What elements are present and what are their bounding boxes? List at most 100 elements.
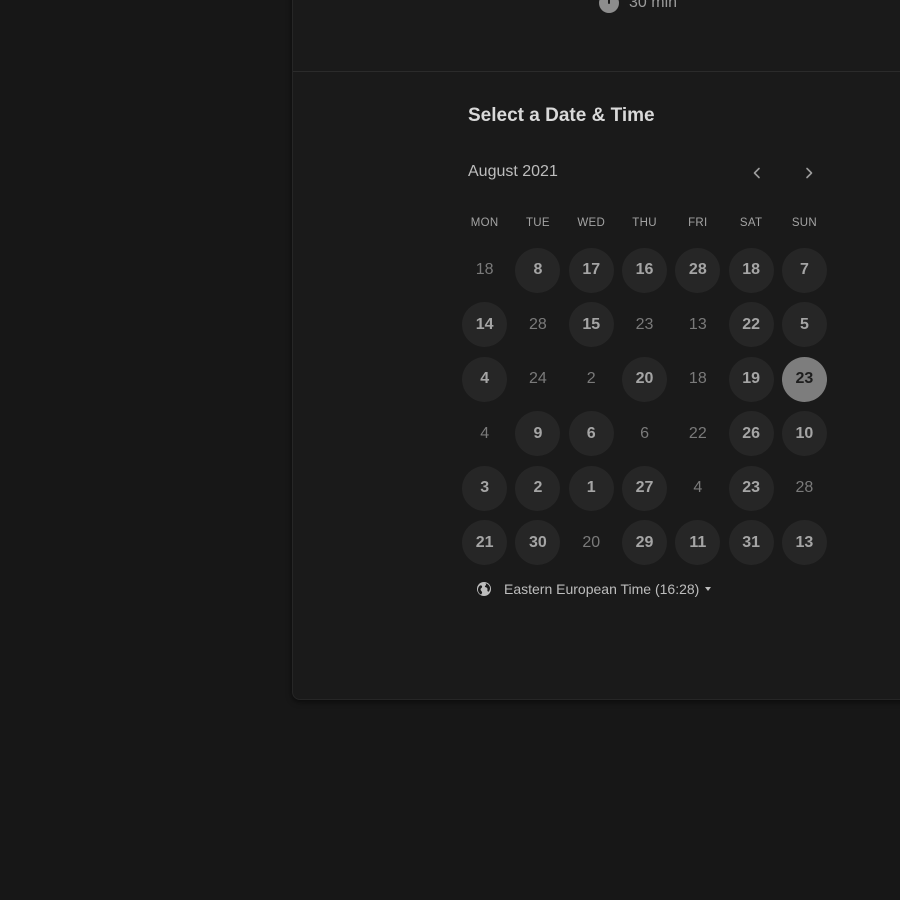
- calendar-day-cell: 20: [565, 516, 618, 571]
- calendar-day-cell: 18: [458, 243, 511, 298]
- unavailable-day: 4: [693, 479, 703, 497]
- unavailable-day: 2: [586, 370, 596, 388]
- calendar-day-cell: 10: [778, 407, 831, 462]
- weekday-label: MON: [470, 217, 499, 229]
- calendar-day-cell: 23: [618, 298, 671, 353]
- available-day-button[interactable]: 23: [728, 465, 774, 511]
- weekday-label: TUE: [525, 217, 550, 229]
- weekday-label: SAT: [739, 217, 763, 229]
- available-day-button[interactable]: 7: [781, 247, 827, 293]
- calendar-day-cell: 27: [618, 461, 671, 516]
- calendar-day-cell: 19: [724, 352, 777, 407]
- unavailable-day: 20: [582, 533, 601, 551]
- available-day-button[interactable]: 4: [462, 356, 508, 402]
- available-day-button[interactable]: 26: [728, 411, 774, 457]
- calendar-day-cell: 9: [511, 407, 564, 462]
- unavailable-day: 28: [795, 479, 814, 497]
- calendar-day-cell: 4: [671, 461, 724, 516]
- calendar-day-cell: 2: [565, 352, 618, 407]
- event-duration: 30 min: [599, 0, 677, 13]
- available-day-button[interactable]: 21: [462, 520, 508, 566]
- calendar-day-cell: 22: [724, 298, 777, 353]
- available-day-button[interactable]: 18: [728, 247, 774, 293]
- chevron-left-icon: [753, 167, 760, 179]
- calendar-day-cell: 20: [618, 352, 671, 407]
- calendar-day-cell: 1: [565, 461, 618, 516]
- calendar-day-cell: 18: [671, 352, 724, 407]
- calendar-day-cell: 7: [778, 243, 831, 298]
- calendar-day-cell: 28: [671, 243, 724, 298]
- calendar-day-cell: 30: [511, 516, 564, 571]
- weekday-header: MON TUE WED THU FRI SAT SUN: [458, 212, 831, 234]
- available-day-button[interactable]: 2: [515, 465, 561, 511]
- available-day-button[interactable]: 11: [675, 520, 721, 566]
- unavailable-day: 18: [688, 370, 707, 388]
- unavailable-day: 28: [529, 315, 547, 333]
- unavailable-day: 4: [480, 424, 490, 442]
- calendar-day-cell: 5: [778, 298, 831, 353]
- calendar-day-cell: 3: [458, 461, 511, 516]
- calendar-day-cell: 13: [778, 516, 831, 571]
- unavailable-day: 23: [635, 315, 654, 333]
- unavailable-day: 18: [475, 261, 494, 279]
- available-day-button[interactable]: 17: [568, 247, 614, 293]
- calendar-day-cell: 26: [724, 407, 777, 462]
- calendar-day-cell: 28: [511, 298, 564, 353]
- calendar-day-cell: 4: [458, 407, 511, 462]
- weekday-label: THU: [632, 217, 657, 229]
- available-day-button[interactable]: 5: [781, 302, 827, 348]
- caret-down-icon: [705, 587, 712, 591]
- timezone-selector[interactable]: Eastern European Time (16:28): [476, 581, 712, 597]
- unavailable-day: 6: [640, 424, 649, 442]
- weekday-label: WED: [577, 217, 606, 229]
- available-day-button[interactable]: 31: [728, 520, 774, 566]
- selected-day-button[interactable]: 23: [781, 356, 827, 402]
- globe-icon: [476, 581, 492, 597]
- calendar-day-cell: 22: [671, 407, 724, 462]
- calendar-day-cell: 8: [511, 243, 564, 298]
- calendar-day-cell: 24: [511, 352, 564, 407]
- page-title: Select a Date & Time: [468, 105, 655, 126]
- next-month-button[interactable]: [795, 159, 823, 187]
- available-day-button[interactable]: 13: [781, 520, 827, 566]
- calendar-day-cell: 14: [458, 298, 511, 353]
- clock-icon: [599, 0, 619, 13]
- weekday-label: SUN: [791, 217, 818, 229]
- calendar-day-cell: 17: [565, 243, 618, 298]
- available-day-button[interactable]: 28: [675, 247, 721, 293]
- available-day-button[interactable]: 15: [568, 302, 614, 348]
- available-day-button[interactable]: 19: [728, 356, 774, 402]
- available-day-button[interactable]: 14: [462, 302, 508, 348]
- calendar-day-cell: 16: [618, 243, 671, 298]
- calendar-day-cell: 6: [565, 407, 618, 462]
- calendar-day-cell: 2: [511, 461, 564, 516]
- available-day-button[interactable]: 27: [622, 465, 668, 511]
- calendar-day-cell: 4: [458, 352, 511, 407]
- calendar-day-cell: 29: [618, 516, 671, 571]
- calendar-day-cell: 13: [671, 298, 724, 353]
- unavailable-day: 22: [688, 424, 707, 442]
- available-day-button[interactable]: 20: [622, 356, 668, 402]
- calendar-day-cell: 15: [565, 298, 618, 353]
- available-day-button[interactable]: 6: [568, 411, 614, 457]
- available-day-button[interactable]: 29: [622, 520, 668, 566]
- available-day-button[interactable]: 16: [622, 247, 668, 293]
- calendar-grid: 18 8 17 16 28 18 7 14 28 15 23 13 22 5 4 24 2 20 18 19 23 4 9 6…: [458, 243, 831, 570]
- chevron-right-icon: [806, 167, 813, 179]
- available-day-button[interactable]: 8: [515, 247, 561, 293]
- calendar-day-cell: 31: [724, 516, 777, 571]
- previous-month-button[interactable]: [743, 159, 771, 187]
- calendar-day-cell: 23: [778, 352, 831, 407]
- available-day-button[interactable]: 3: [462, 465, 508, 511]
- available-day-button[interactable]: 30: [515, 520, 561, 566]
- available-day-button[interactable]: 9: [515, 411, 561, 457]
- available-day-button[interactable]: 10: [781, 411, 827, 457]
- calendar-day-cell: 28: [778, 461, 831, 516]
- divider: [293, 71, 900, 72]
- scheduling-card: 30 min Select a Date & Time August 2021 …: [292, 0, 900, 700]
- available-day-button[interactable]: 1: [568, 465, 614, 511]
- calendar-day-cell: 18: [724, 243, 777, 298]
- calendar-day-cell: 21: [458, 516, 511, 571]
- available-day-button[interactable]: 22: [728, 302, 774, 348]
- month-label: August 2021: [468, 163, 558, 180]
